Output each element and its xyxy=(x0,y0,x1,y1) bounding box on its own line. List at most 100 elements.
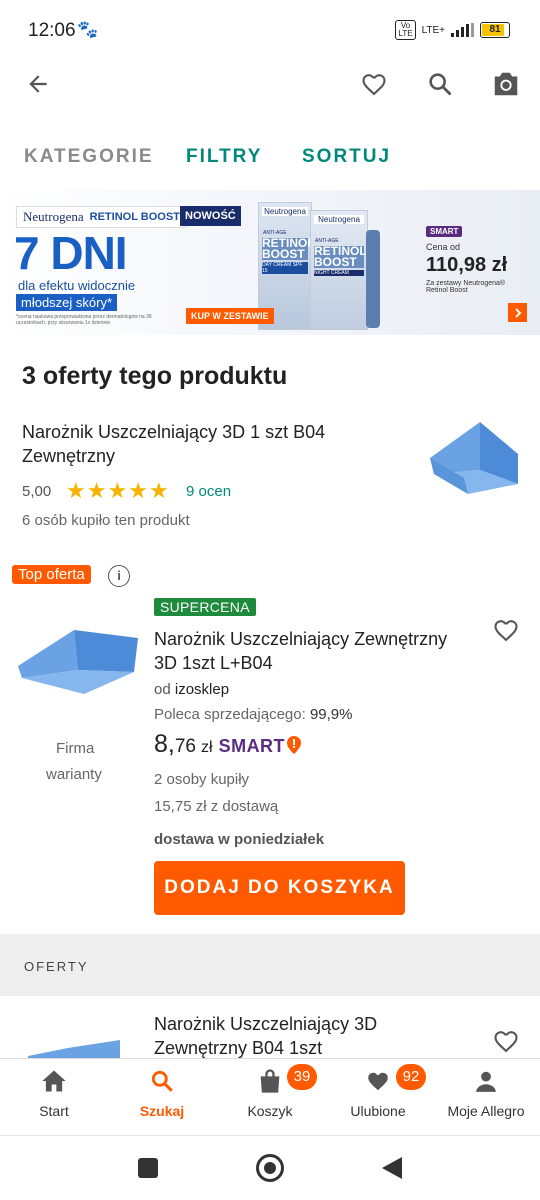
search-icon xyxy=(429,73,452,96)
add-to-cart-button[interactable]: DODAJ DO KOSZYKA xyxy=(154,861,405,915)
banner-line: RETINOL BOOST xyxy=(89,211,180,223)
nav-my-allegro[interactable]: Moje Allegro xyxy=(438,1068,534,1119)
product-box-day-title: RETINOL BOOST xyxy=(262,236,315,261)
banner-sub1: dla efektu widocznie xyxy=(18,278,136,293)
offer-favorite-button[interactable] xyxy=(486,612,526,648)
banner-price-label: Cena od xyxy=(426,242,461,252)
nav-start[interactable]: Start xyxy=(6,1068,102,1119)
star-icon: ★ xyxy=(107,478,128,503)
banner-brand-bar: Neutrogena RETINOL BOOST xyxy=(16,206,187,228)
star-icon: ★ xyxy=(148,478,169,503)
product-tube xyxy=(366,230,380,328)
info-icon[interactable]: i xyxy=(108,565,130,587)
star-icon: ★ xyxy=(66,478,86,503)
delivery-price: 15,75 zł z dostawą xyxy=(154,798,279,815)
chevron-right-icon xyxy=(514,307,521,318)
banner-cta[interactable]: KUP W ZESTAWIE xyxy=(186,308,274,324)
banner-price: 110,98 zł xyxy=(426,254,508,276)
banner-brand: Neutrogena xyxy=(23,209,84,224)
favorite-button[interactable] xyxy=(354,64,394,104)
second-offer-title[interactable]: Narożnik Uszczelniający 3D Zewnętrzny B0… xyxy=(154,1012,454,1060)
second-offer-favorite-button[interactable] xyxy=(486,1024,526,1058)
offer-image[interactable] xyxy=(14,626,142,698)
search-button[interactable] xyxy=(420,64,460,104)
offer-bought: 2 osoby kupiły xyxy=(154,771,250,788)
search-icon xyxy=(151,1070,173,1092)
nav-search-label: Szukaj xyxy=(139,1103,185,1119)
heart-icon xyxy=(494,620,518,642)
promo-banner[interactable]: Neutrogena RETINOL BOOST NOWOŚĆ 7 DNI dl… xyxy=(0,190,540,335)
delivery-day: dostawa w poniedziałek xyxy=(154,831,325,848)
seller-type: Firma xyxy=(56,740,95,757)
recommend-label: Poleca sprzedającego: xyxy=(154,706,306,723)
product-box-night: Neutrogena ANTI-AGE RETINOL BOOST NIGHT … xyxy=(310,210,368,330)
banner-price-note: Za zestawy Neutrogena® Retinol Boost xyxy=(426,280,506,294)
nav-start-label: Start xyxy=(39,1103,69,1119)
star-icon: ★ xyxy=(86,478,107,503)
nav-cart-label: Koszyk xyxy=(247,1103,293,1119)
heart-icon xyxy=(368,1072,388,1091)
recommend-value: 99,9% xyxy=(309,706,353,723)
variants-label: warianty xyxy=(46,766,102,783)
offer-price: 8, 76 zł SMART xyxy=(154,730,302,759)
bought-count: 6 osób kupiło ten produkt xyxy=(22,512,190,529)
nav-divider xyxy=(0,1135,540,1136)
cart-icon xyxy=(260,1069,280,1093)
tab-categories[interactable]: KATEGORIE xyxy=(24,146,154,168)
reviews-link[interactable]: 9 ocen xyxy=(186,483,231,500)
paw-icon: 🐾 xyxy=(77,20,99,39)
network-type: LTE+ xyxy=(421,24,445,36)
rating-stars: ★ ★ ★ ★ ★ xyxy=(66,478,169,504)
status-icons: Vo LTE LTE+ 81 xyxy=(395,20,510,40)
heart-icon xyxy=(362,74,386,96)
banner-smart-badge: SMART xyxy=(426,226,463,237)
battery-icon: 81 xyxy=(480,22,510,38)
second-offer-image[interactable] xyxy=(28,1040,120,1058)
product-box-night-brand: Neutrogena xyxy=(314,215,364,224)
product-image xyxy=(430,422,518,494)
banner-new-badge: NOWOŚĆ xyxy=(180,206,241,226)
offers-section-label: OFERTY xyxy=(24,959,89,974)
banner-sub2: młodszej skóry* xyxy=(16,294,118,311)
user-icon xyxy=(476,1071,496,1092)
back-nav-button[interactable] xyxy=(380,1155,404,1181)
smart-delivery-icon xyxy=(287,735,302,754)
tab-filters[interactable]: FILTRY xyxy=(186,146,262,168)
camera-button[interactable] xyxy=(486,64,526,104)
product-box-day-brand: Neutrogena xyxy=(262,207,308,216)
recents-button[interactable] xyxy=(138,1158,158,1178)
product-box-day-small: DAY CREAM SPF 15 xyxy=(262,262,308,274)
home-button[interactable] xyxy=(256,1154,284,1182)
tab-sort[interactable]: SORTUJ xyxy=(302,146,391,168)
back-button[interactable] xyxy=(18,64,58,104)
home-dot-icon xyxy=(264,1162,276,1174)
nav-favorites-label: Ulubione xyxy=(350,1103,406,1119)
camera-icon xyxy=(494,72,518,96)
product-box-night-title: RETINOL BOOST xyxy=(314,244,367,269)
banner-footnote: *ocena naukowa przeprowadzona przez derm… xyxy=(16,314,152,326)
offers-section-header: OFERTY xyxy=(0,934,540,996)
nav-my-allegro-label: Moje Allegro xyxy=(447,1103,525,1119)
back-arrow-icon xyxy=(29,75,47,93)
seller-name[interactable]: izosklep xyxy=(175,681,229,698)
recommend-line: Poleca sprzedającego: 99,9% xyxy=(154,706,352,723)
offer-title[interactable]: Narożnik Uszczelniający Zewnętrzny 3D 1s… xyxy=(154,627,474,675)
smart-label: SMART xyxy=(218,736,286,756)
offers-title: 3 oferty tego produktu xyxy=(22,362,288,390)
nav-search[interactable]: Szukaj xyxy=(114,1068,210,1119)
supercena-badge: SUPERCENA xyxy=(154,598,256,616)
banner-next-button[interactable] xyxy=(508,303,527,322)
favorites-badge: 92 xyxy=(396,1064,426,1090)
price-int: 8, xyxy=(154,730,175,758)
heart-icon xyxy=(494,1031,518,1053)
signal-icon xyxy=(451,23,474,37)
rating-value: 5,00 xyxy=(22,483,52,500)
price-currency: zł xyxy=(201,739,213,756)
product-name: Narożnik Uszczelniający 3D 1 szt B04 Zew… xyxy=(22,422,326,466)
status-time: 12:06 xyxy=(28,20,76,41)
status-bar: 12:06 🐾 Vo LTE LTE+ 81 xyxy=(0,0,540,60)
volte-icon: Vo LTE xyxy=(395,20,416,40)
cart-badge: 39 xyxy=(287,1064,317,1090)
product-box-night-small: NIGHT CREAM xyxy=(314,270,364,276)
battery-level: 81 xyxy=(489,24,501,35)
